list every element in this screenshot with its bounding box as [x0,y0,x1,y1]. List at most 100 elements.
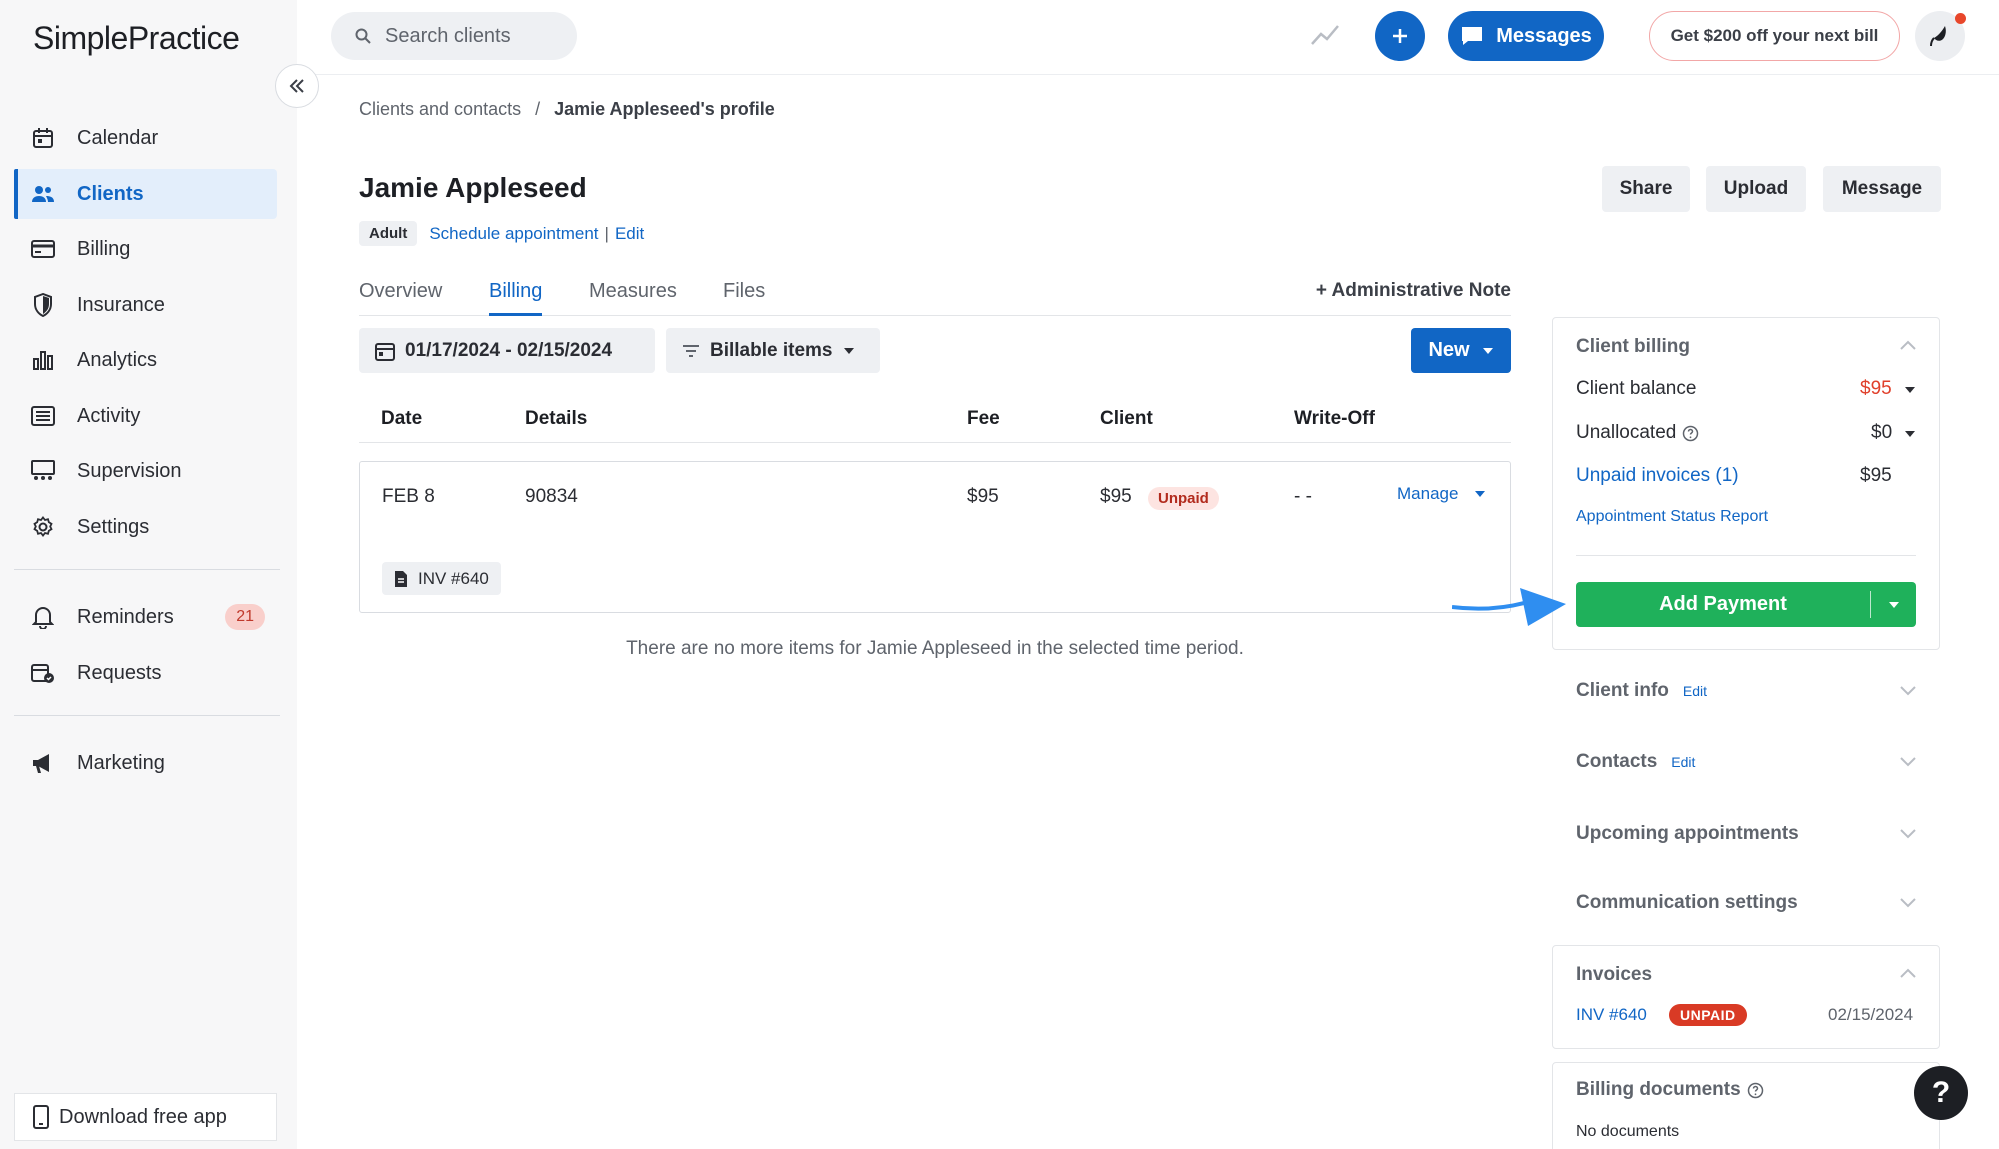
topbar: Search clients Messages Get $200 off you… [297,0,1999,75]
message-button[interactable]: Message [1823,166,1941,212]
client-info-edit-link[interactable]: Edit [1683,683,1707,699]
new-item-button[interactable]: New [1411,328,1511,373]
sidebar-item-label: Analytics [77,348,158,371]
empty-state-message: There are no more items for Jamie Apples… [626,638,1244,659]
sidebar-item-marketing[interactable]: Marketing [14,738,277,788]
upcoming-appointments-section[interactable]: Upcoming appointments [1576,823,1799,845]
create-new-button[interactable] [1375,11,1425,61]
download-app-button[interactable]: Download free app [14,1093,277,1141]
filter-icon [682,344,700,358]
billable-items-filter[interactable]: Billable items [666,328,880,373]
calendar-icon [375,341,395,361]
megaphone-icon [30,750,56,776]
client-balance-label: Client balance [1576,378,1697,399]
messages-button[interactable]: Messages [1448,11,1604,61]
row-date: FEB 8 [382,486,435,507]
sidebar-divider [14,569,280,570]
sidebar-item-analytics[interactable]: Analytics [14,335,277,385]
breadcrumb: Clients and contacts / Jamie Appleseed's… [359,99,775,120]
billing-divider [1576,555,1916,556]
sidebar-item-label: Supervision [77,459,182,482]
help-circle-icon[interactable] [1682,425,1699,442]
manage-dropdown[interactable]: Manage [1397,484,1486,504]
unallocated-label: Unallocated [1576,422,1677,443]
help-circle-icon[interactable] [1747,1082,1764,1099]
row-details: 90834 [525,486,578,507]
breadcrumb-separator: / [535,99,541,119]
unpaid-invoices-value: $95 [1860,465,1892,486]
invoice-link[interactable]: INV #640 [1576,1005,1647,1025]
date-range-picker[interactable]: 01/17/2024 - 02/15/2024 [359,328,655,373]
edit-client-link[interactable]: Edit [615,224,644,244]
add-payment-dropdown[interactable] [1871,582,1916,627]
breadcrumb-parent[interactable]: Clients and contacts [359,99,521,120]
caret-down-icon[interactable] [1904,386,1916,394]
chat-bubble-icon [1460,25,1484,47]
schedule-appointment-link[interactable]: Schedule appointment [429,224,598,244]
chevron-down-icon[interactable] [1900,829,1916,839]
client-meta: Adult Schedule appointment | Edit [359,221,644,246]
invoice-date: 02/15/2024 [1828,1005,1914,1024]
unallocated-value: $0 [1871,422,1893,443]
sidebar-item-calendar[interactable]: Calendar [14,113,277,163]
calendar-icon [30,125,56,151]
date-range-label: 01/17/2024 - 02/15/2024 [405,339,613,361]
search-input[interactable]: Search clients [331,12,577,60]
promo-button[interactable]: Get $200 off your next bill [1649,11,1900,61]
invoice-chip[interactable]: INV #640 [382,562,501,595]
unpaid-invoices-link[interactable]: Unpaid invoices (1) [1576,465,1739,487]
client-info-section[interactable]: Client info Edit [1576,680,1707,702]
upload-button[interactable]: Upload [1706,166,1806,212]
client-balance-value: $95 [1860,378,1892,399]
billing-documents-header: Billing documents [1576,1079,1764,1101]
sidebar-item-reminders[interactable]: Reminders 21 [14,592,277,642]
chevron-down-icon[interactable] [1900,686,1916,696]
chevron-up-icon[interactable] [1900,968,1916,978]
contacts-section[interactable]: Contacts Edit [1576,751,1695,773]
chevron-down-icon[interactable] [1900,898,1916,908]
trend-icon[interactable] [1310,20,1340,50]
profile-actions: Share [1602,166,1690,212]
share-button[interactable]: Share [1602,166,1690,212]
help-button[interactable]: ? [1914,1066,1968,1120]
chevron-up-icon[interactable] [1900,340,1916,350]
unallocated-row: Unallocated [1576,422,1699,444]
appointment-status-report-link[interactable]: Appointment Status Report [1576,508,1768,526]
contacts-edit-link[interactable]: Edit [1671,754,1695,770]
gear-icon [30,514,56,540]
client-type-tag: Adult [359,221,418,246]
column-header-write-off: Write-Off [1294,408,1375,429]
communication-settings-section[interactable]: Communication settings [1576,892,1798,914]
sidebar-item-supervision[interactable]: Supervision [14,446,277,496]
add-payment-button[interactable]: Add Payment [1576,582,1916,627]
sidebar-item-billing[interactable]: Billing [14,224,277,274]
invoice-number: INV #640 [418,568,489,588]
sidebar-item-label: Clients [77,182,144,205]
meta-separator: | [604,223,609,243]
tab-overview[interactable]: Overview [359,280,442,316]
new-label: New [1428,339,1470,361]
collapse-sidebar-button[interactable] [275,64,319,108]
caret-down-icon[interactable] [1904,430,1916,438]
reminders-count-badge: 21 [225,604,265,630]
administrative-note-button[interactable]: + Administrative Note [1316,280,1511,302]
invoices-card: Invoices [1552,945,1940,1049]
tab-files[interactable]: Files [723,280,765,316]
column-header-details: Details [525,408,588,429]
tab-measures[interactable]: Measures [589,280,677,316]
sidebar-item-insurance[interactable]: Insurance [14,280,277,330]
caret-down-icon [1482,347,1494,355]
sidebar-item-clients[interactable]: Clients [14,169,277,219]
caret-down-icon [1474,490,1486,498]
sidebar-item-label: Activity [77,404,141,427]
sidebar-item-settings[interactable]: Settings [14,502,277,552]
calendar-request-icon [30,660,56,686]
sidebar-item-label: Billing [77,237,131,260]
sidebar-item-label: Requests [77,661,162,684]
sidebar-item-requests[interactable]: Requests [14,648,277,698]
app-logo[interactable]: SimplePractice [33,20,240,57]
sidebar-item-activity[interactable]: Activity [14,391,277,441]
tab-billing[interactable]: Billing [489,280,543,316]
chevron-down-icon[interactable] [1900,757,1916,767]
download-app-label: Download free app [59,1105,227,1128]
